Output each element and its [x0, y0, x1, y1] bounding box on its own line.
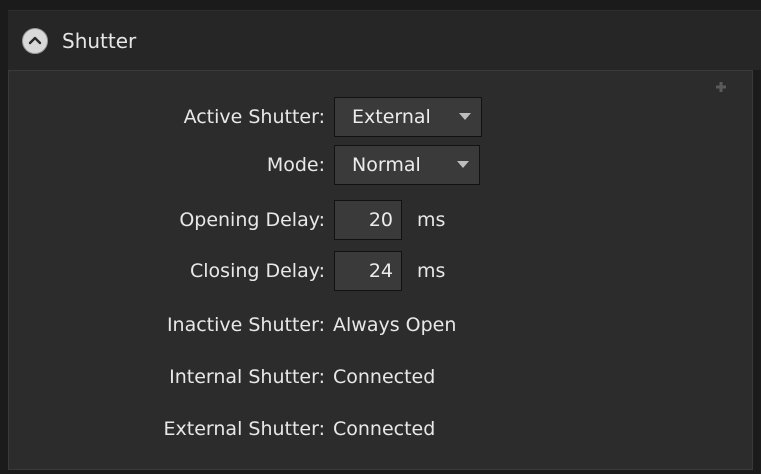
inactive-shutter-value: Always Open	[333, 314, 457, 336]
triangle-down-icon	[459, 113, 471, 120]
collapse-button[interactable]	[22, 28, 48, 54]
opening-delay-input[interactable]: 20	[334, 200, 402, 240]
active-shutter-dropdown[interactable]: External	[334, 97, 482, 137]
active-shutter-value: External	[352, 106, 431, 128]
shutter-panel: Shutter Active Shutter: External Mode: N…	[0, 0, 761, 474]
internal-shutter-status: Connected	[333, 366, 436, 388]
mode-label: Mode:	[266, 154, 325, 176]
internal-shutter-label: Internal Shutter:	[169, 366, 325, 388]
inactive-shutter-label: Inactive Shutter:	[166, 314, 325, 336]
opening-delay-value: 20	[368, 209, 393, 231]
section-header[interactable]: Shutter	[8, 10, 761, 70]
opening-delay-unit: ms	[417, 209, 446, 231]
closing-delay-value: 24	[368, 260, 393, 282]
closing-delay-label: Closing Delay:	[190, 260, 325, 282]
mode-value: Normal	[352, 154, 421, 176]
external-shutter-status: Connected	[333, 418, 436, 440]
mode-dropdown[interactable]: Normal	[334, 145, 480, 185]
external-shutter-label: External Shutter:	[163, 418, 325, 440]
plus-icon[interactable]	[713, 79, 729, 95]
triangle-down-icon	[457, 161, 469, 168]
closing-delay-input[interactable]: 24	[334, 251, 402, 291]
section-title: Shutter	[62, 29, 137, 53]
opening-delay-label: Opening Delay:	[179, 209, 325, 231]
closing-delay-unit: ms	[417, 260, 446, 282]
chevron-up-icon	[28, 36, 42, 45]
active-shutter-label: Active Shutter:	[183, 106, 325, 128]
